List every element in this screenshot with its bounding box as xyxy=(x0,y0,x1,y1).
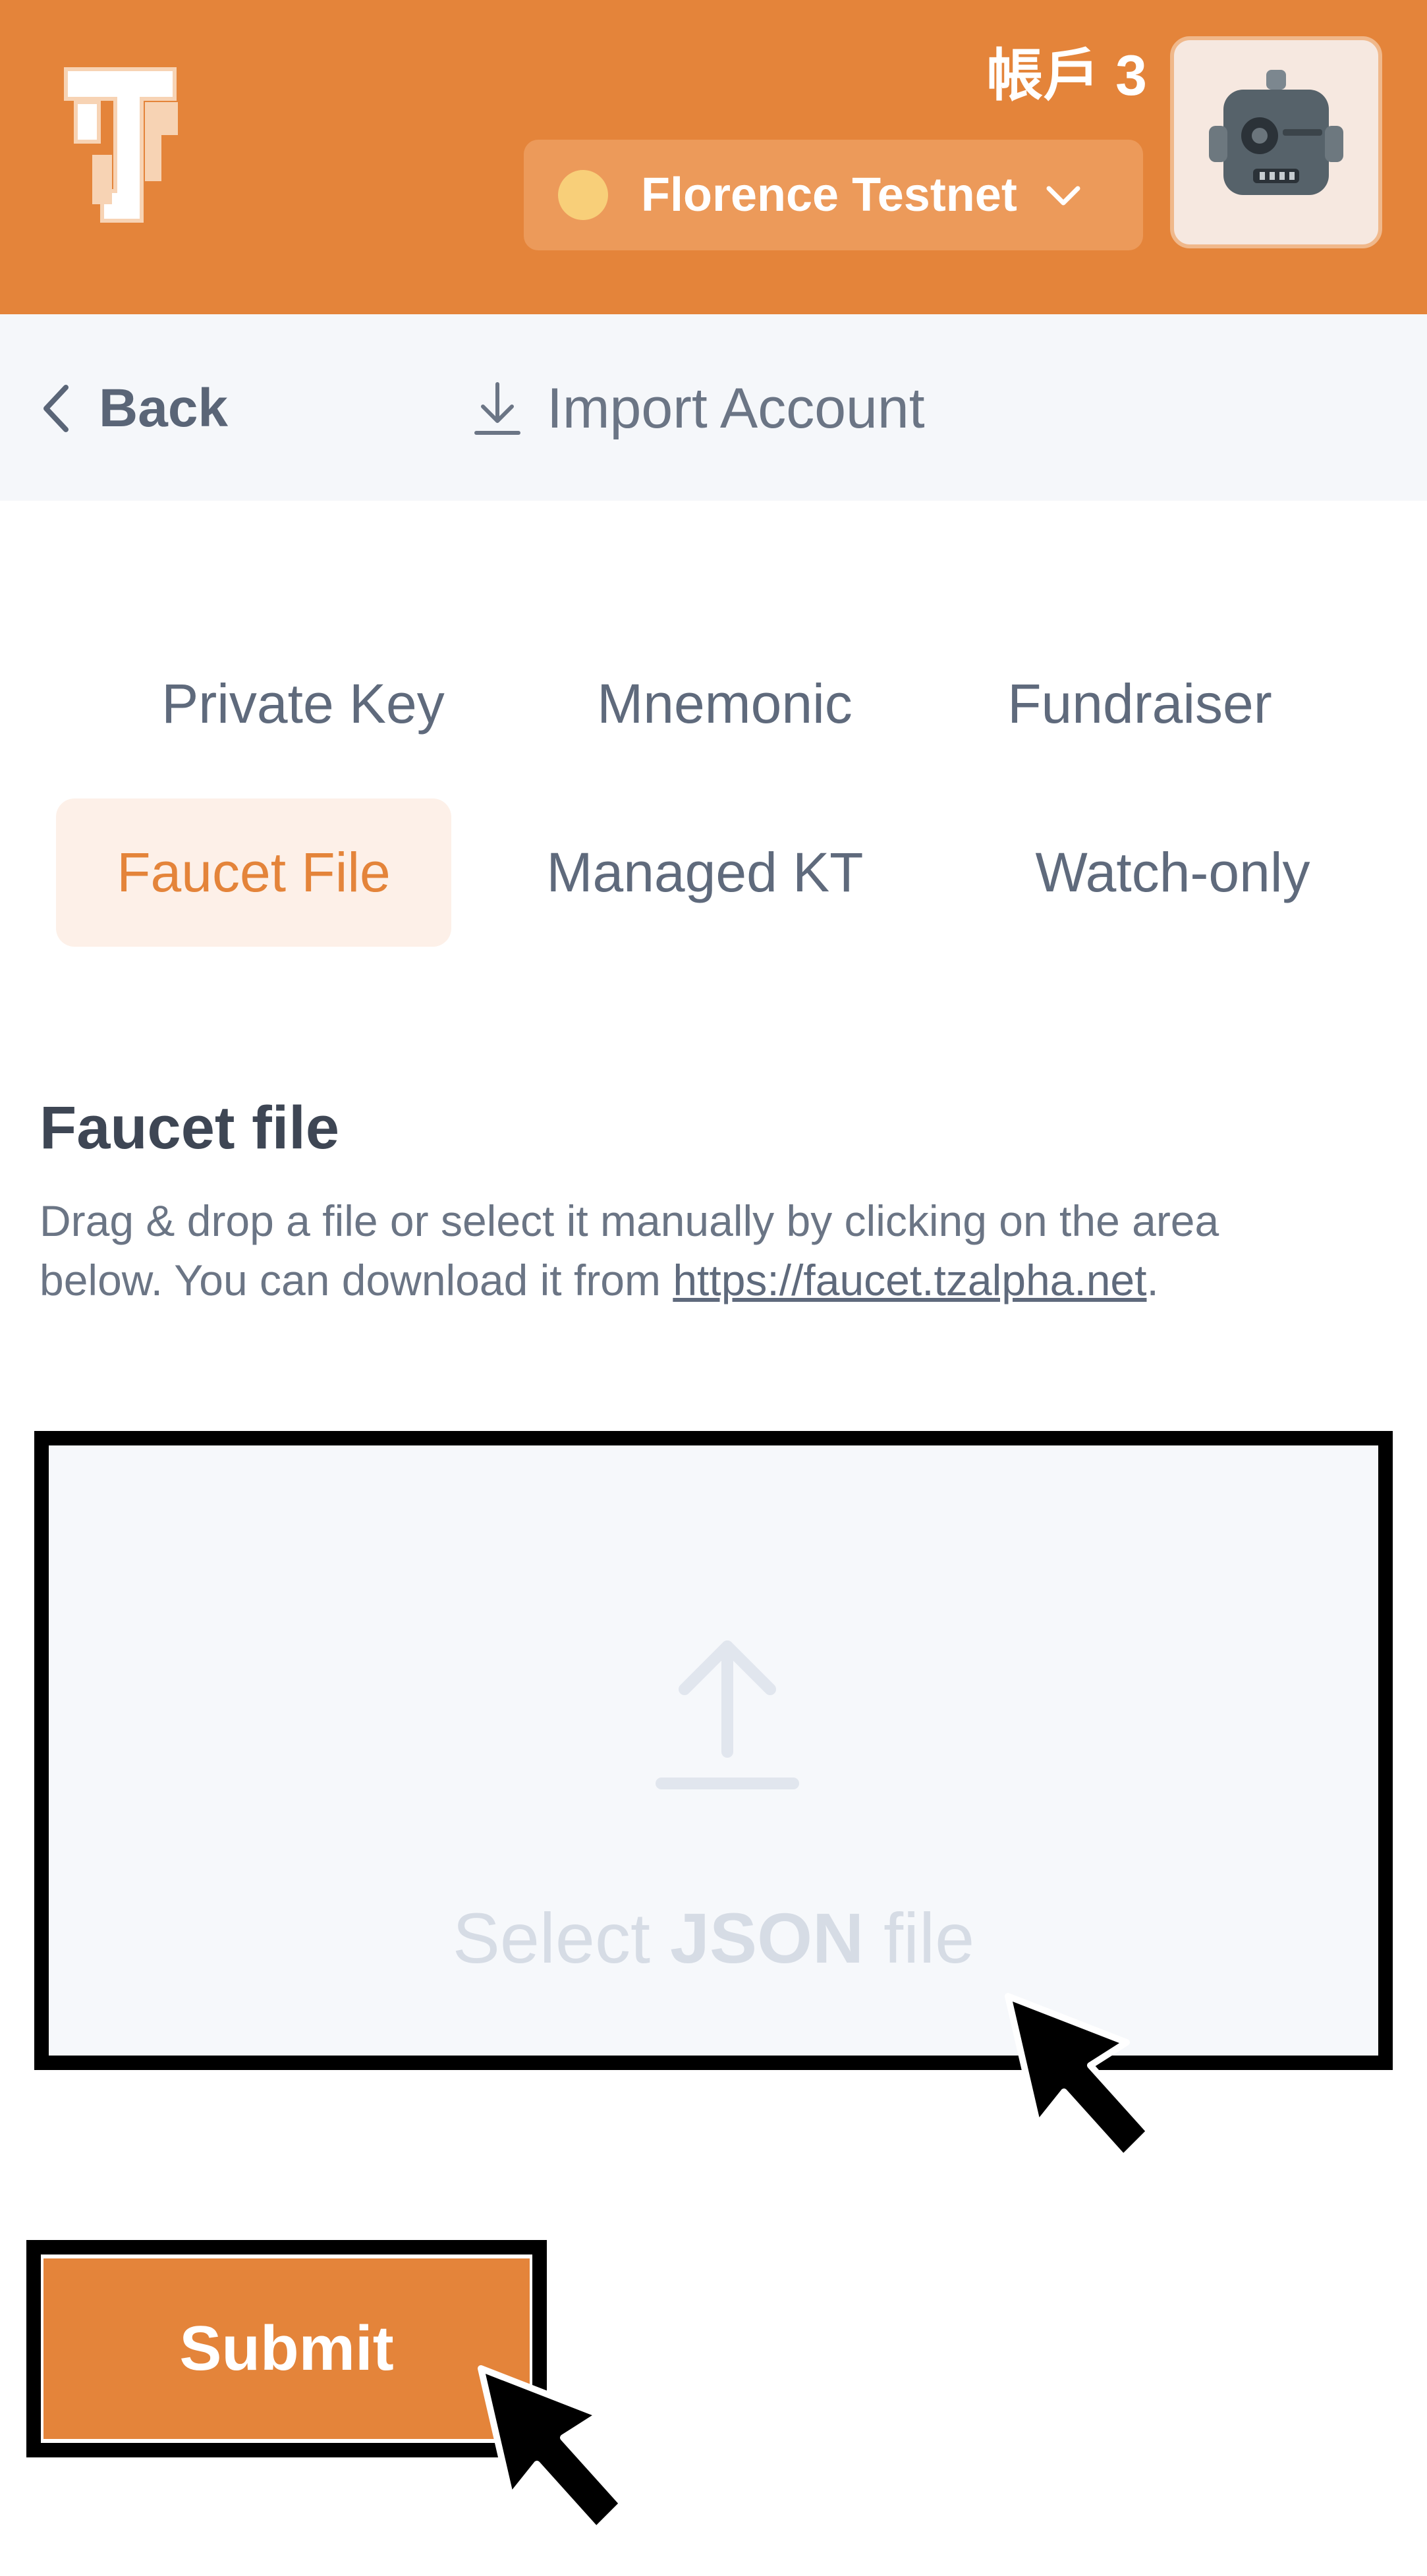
pointer-arrow-icon xyxy=(1005,1993,1153,2161)
upload-icon xyxy=(656,1640,799,1789)
file-dropzone[interactable]: Select JSON file xyxy=(34,1431,1393,2070)
chevron-down-icon xyxy=(1046,186,1080,206)
network-label: Florence Testnet xyxy=(641,169,1017,221)
pointer-arrow-icon xyxy=(478,2365,626,2533)
network-selector[interactable]: Florence Testnet xyxy=(524,140,1143,250)
description-suffix: . xyxy=(1146,1256,1159,1304)
account-name: 帳戶 3 xyxy=(986,44,1147,107)
dropzone-label-pre: Select xyxy=(452,1898,670,1978)
dropzone-label: Select JSON file xyxy=(49,1897,1378,1979)
app-header: 帳戶 3 Florence Testnet xyxy=(0,0,1427,314)
chevron-left-icon xyxy=(43,385,69,432)
page-title-label: Import Account xyxy=(547,376,925,440)
download-icon xyxy=(474,382,520,435)
page-nav-bar: Back Import Account xyxy=(0,314,1427,501)
back-label: Back xyxy=(99,378,229,438)
account-avatar-button[interactable] xyxy=(1170,36,1382,248)
robot-avatar-icon xyxy=(1209,70,1343,195)
section-description: Drag & drop a file or select it manually… xyxy=(40,1191,1291,1310)
section-title: Faucet file xyxy=(40,1094,340,1162)
tab-watch-only[interactable]: Watch-only xyxy=(988,798,1357,947)
faucet-link[interactable]: https://faucet.tzalpha.net xyxy=(673,1256,1146,1304)
page-title: Import Account xyxy=(471,366,925,451)
dropzone-label-json: JSON xyxy=(669,1898,864,1978)
tab-faucet-file[interactable]: Faucet File xyxy=(56,798,451,947)
tab-private-key[interactable]: Private Key xyxy=(115,630,491,778)
network-status-dot xyxy=(558,170,608,220)
submit-button[interactable]: Submit xyxy=(43,2258,530,2439)
tab-managed-kt[interactable]: Managed KT xyxy=(520,798,889,947)
tab-mnemonic[interactable]: Mnemonic xyxy=(550,630,899,778)
temple-logo-icon xyxy=(64,67,178,223)
tab-fundraiser[interactable]: Fundraiser xyxy=(962,630,1318,778)
back-button[interactable]: Back xyxy=(40,366,228,451)
dropzone-label-post: file xyxy=(864,1898,975,1978)
